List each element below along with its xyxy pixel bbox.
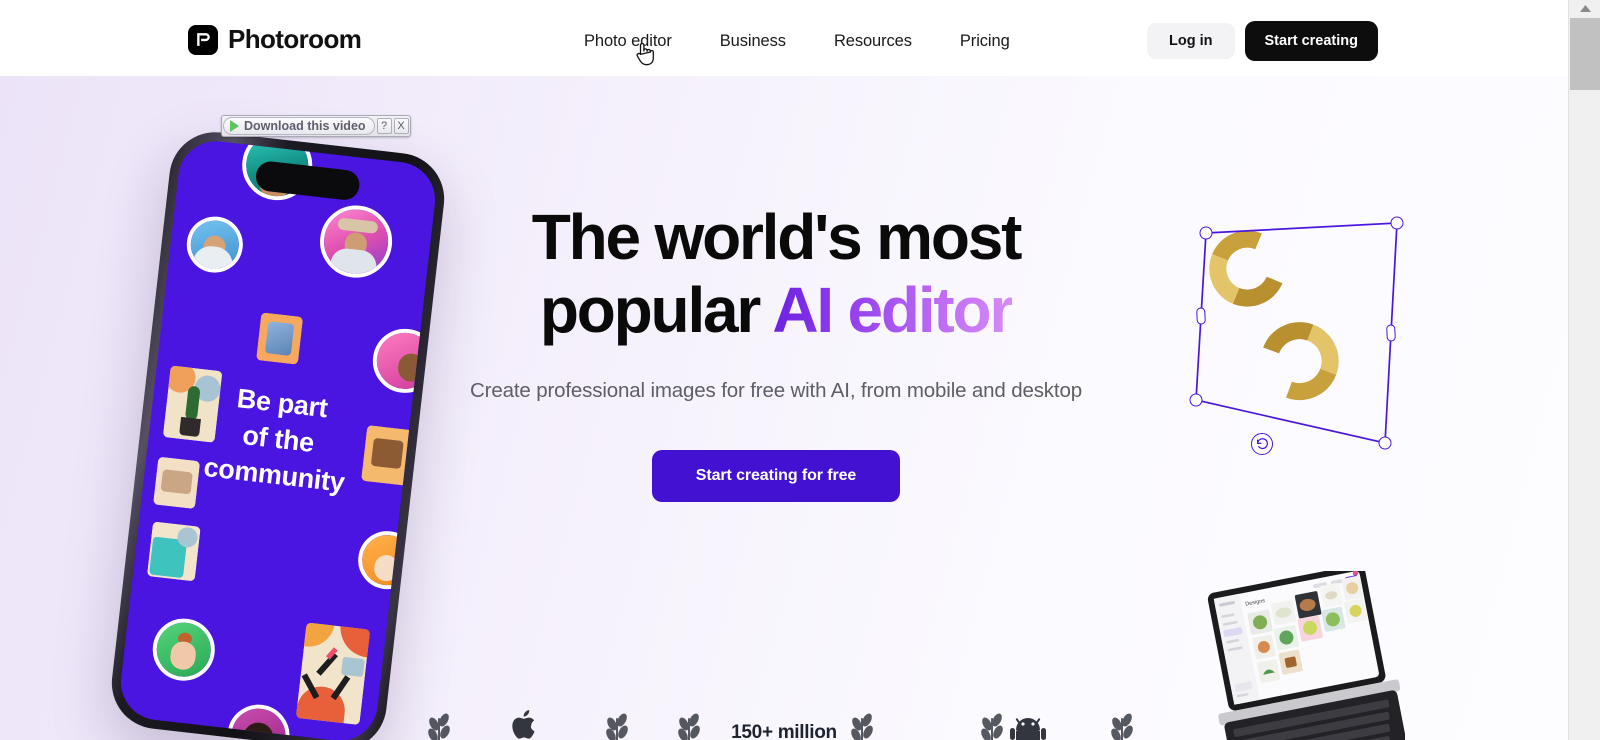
scroll-up-arrow-icon[interactable] bbox=[1569, 0, 1600, 17]
avatar-woman-hat bbox=[316, 201, 396, 282]
selection-handle-bottom-left[interactable] bbox=[1189, 393, 1203, 407]
rotate-ccw-icon[interactable] bbox=[1251, 433, 1273, 455]
selection-handle-right[interactable] bbox=[1386, 324, 1396, 342]
brand-logo[interactable]: Photoroom bbox=[188, 24, 362, 55]
selection-handle-top-left[interactable] bbox=[1199, 226, 1213, 240]
social-proof-strip: 150+ million bbox=[0, 694, 1568, 740]
selection-handle-top-right[interactable] bbox=[1390, 216, 1404, 230]
selection-handle-bottom-right[interactable] bbox=[1378, 436, 1392, 450]
nav-item-photo-editor[interactable]: Photo editor bbox=[560, 26, 696, 57]
hero-section: Be part of the community The world's mos… bbox=[0, 76, 1568, 740]
play-triangle-icon bbox=[230, 120, 239, 132]
auth-actions: Log in Start creating bbox=[1147, 21, 1378, 61]
headline-accent-ai-editor: AI editor bbox=[772, 273, 1014, 346]
avatar-woman-pink bbox=[369, 325, 440, 397]
download-video-extension-badge[interactable]: Download this video ? X bbox=[221, 115, 411, 137]
login-button[interactable]: Log in bbox=[1147, 23, 1235, 59]
start-creating-for-free-button[interactable]: Start creating for free bbox=[651, 450, 901, 503]
pointer-hand-cursor bbox=[636, 42, 654, 66]
laurel-wreath-icon bbox=[851, 713, 873, 740]
avatar-woman-green bbox=[149, 615, 219, 684]
site-header: Photoroom Photo editor Business Resource… bbox=[0, 0, 1568, 76]
start-creating-button[interactable]: Start creating bbox=[1244, 21, 1378, 61]
browser-viewport: Photoroom Photo editor Business Resource… bbox=[0, 0, 1568, 740]
avatar-woman-orange bbox=[355, 528, 420, 593]
headline-line-1: The world's most bbox=[531, 201, 1023, 273]
download-count-text: 150+ million bbox=[731, 722, 837, 740]
nav-item-business[interactable]: Business bbox=[696, 26, 810, 57]
gold-hoop-earrings-image bbox=[1158, 182, 1404, 428]
laurel-wreath-icon bbox=[1111, 713, 1133, 740]
phone-screen: Be part of the community bbox=[116, 137, 440, 740]
extension-help-button[interactable]: ? bbox=[376, 118, 392, 134]
hero-text-block: The world's most popular AI editor Creat… bbox=[430, 201, 1122, 503]
extension-close-button[interactable]: X bbox=[393, 118, 409, 134]
tile-teal-fabric bbox=[146, 521, 201, 582]
avatar-man-blue bbox=[183, 213, 246, 276]
nav-item-resources[interactable]: Resources bbox=[810, 26, 936, 57]
earrings-canvas-object[interactable] bbox=[1150, 176, 1420, 456]
download-video-label: Download this video bbox=[244, 119, 366, 133]
page-title: The world's most popular AI editor bbox=[430, 201, 1122, 347]
tile-denim-jeans bbox=[256, 312, 304, 365]
laurel-wreath-icon bbox=[981, 713, 1003, 740]
brand-name: Photoroom bbox=[228, 24, 362, 54]
scrollbar-thumb[interactable] bbox=[1570, 18, 1600, 90]
download-this-video-button[interactable]: Download this video bbox=[223, 117, 375, 135]
headline-line-2-plain: popular bbox=[539, 273, 773, 346]
phone-body: Be part of the community bbox=[106, 127, 450, 740]
selection-handle-left[interactable] bbox=[1196, 307, 1206, 325]
photoroom-r-logo-icon bbox=[188, 24, 218, 55]
android-logo-icon bbox=[1010, 718, 1046, 740]
hero-subtitle: Create professional images for free with… bbox=[430, 373, 1122, 408]
nav-item-pricing[interactable]: Pricing bbox=[936, 26, 1034, 57]
subtitle-line-2: and desktop bbox=[971, 378, 1082, 402]
subtitle-line-1: Create professional images for free with… bbox=[470, 378, 967, 402]
page-scrollbar[interactable] bbox=[1568, 0, 1600, 740]
